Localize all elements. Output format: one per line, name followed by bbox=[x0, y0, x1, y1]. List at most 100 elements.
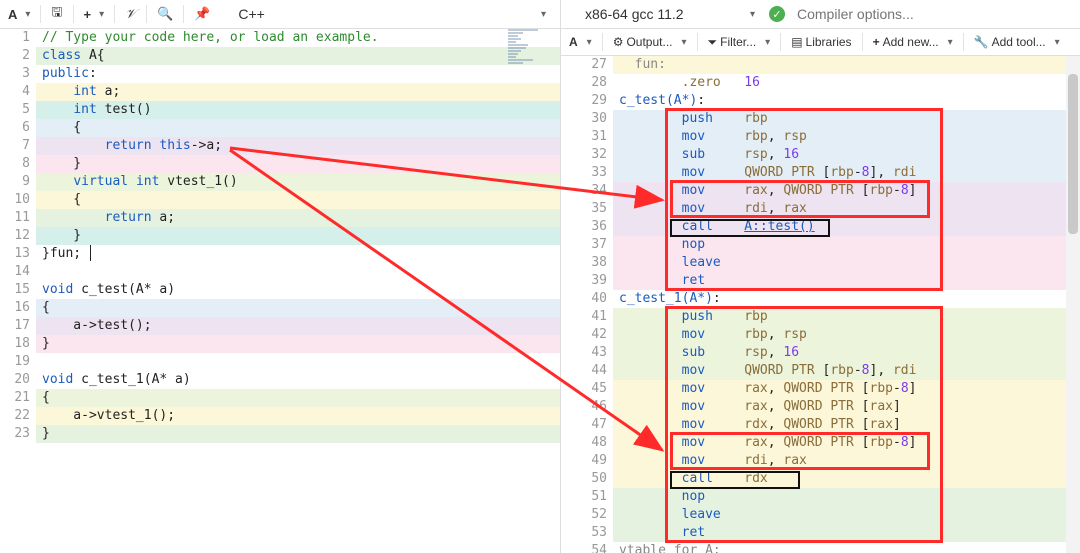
save-icon[interactable]: 🖫 bbox=[47, 1, 66, 27]
code-line[interactable] bbox=[36, 353, 560, 371]
addtool-button[interactable]: 🔧 Add tool...▾ bbox=[970, 33, 1064, 51]
code-line[interactable]: class A{ bbox=[36, 47, 560, 65]
asm-line[interactable]: mov QWORD PTR [rbp-8], rdi bbox=[613, 164, 1080, 182]
asm-line[interactable]: mov rax, QWORD PTR [rbp-8] bbox=[613, 182, 1080, 200]
code-line[interactable]: a->test(); bbox=[36, 317, 560, 335]
line-number: 48 bbox=[561, 434, 607, 452]
line-number: 45 bbox=[561, 380, 607, 398]
asm-line[interactable]: mov rax, QWORD PTR [rax] bbox=[613, 398, 1080, 416]
asm-line[interactable]: nop bbox=[613, 488, 1080, 506]
line-number: 17 bbox=[0, 317, 30, 335]
asm-line[interactable]: nop bbox=[613, 236, 1080, 254]
output-button[interactable]: ⚙ Output...▾ bbox=[609, 33, 691, 51]
editor-code-area[interactable]: 1234567891011121314151617181920212223 //… bbox=[0, 29, 560, 553]
search-icon[interactable]: 🔍 bbox=[153, 4, 177, 24]
line-number: 37 bbox=[561, 236, 607, 254]
asm-line[interactable]: sub rsp, 16 bbox=[613, 344, 1080, 362]
asm-line[interactable]: .zero 16 bbox=[613, 74, 1080, 92]
asm-gutter: 2728293031323334353637383940414243444546… bbox=[561, 56, 613, 553]
code-line[interactable]: } bbox=[36, 227, 560, 245]
code-line[interactable]: void c_test(A* a) bbox=[36, 281, 560, 299]
code-line[interactable]: public: bbox=[36, 65, 560, 83]
compiler-options-input[interactable] bbox=[789, 5, 1076, 23]
code-line[interactable]: { bbox=[36, 191, 560, 209]
line-number: 30 bbox=[561, 110, 607, 128]
add-button[interactable]: +▾ bbox=[80, 5, 109, 24]
asm-line[interactable]: fun: bbox=[613, 56, 1080, 74]
code-line[interactable]: return a; bbox=[36, 209, 560, 227]
code-line[interactable] bbox=[36, 263, 560, 281]
line-number: 54 bbox=[561, 542, 607, 553]
asm-line[interactable]: push rbp bbox=[613, 110, 1080, 128]
asm-line[interactable]: c_test(A*): bbox=[613, 92, 1080, 110]
line-number: 28 bbox=[561, 74, 607, 92]
code-line[interactable]: void c_test_1(A* a) bbox=[36, 371, 560, 389]
asm-line[interactable]: mov rax, QWORD PTR [rbp-8] bbox=[613, 434, 1080, 452]
status-ok-icon: ✓ bbox=[769, 6, 785, 22]
pin-icon[interactable]: 📌 bbox=[190, 4, 214, 24]
libraries-button[interactable]: ▤ Libraries bbox=[787, 33, 855, 51]
asm-line[interactable]: call rdx bbox=[613, 470, 1080, 488]
asm-line[interactable]: ret bbox=[613, 272, 1080, 290]
asm-line[interactable]: mov rdi, rax bbox=[613, 200, 1080, 218]
asm-line[interactable]: mov rbp, rsp bbox=[613, 326, 1080, 344]
line-number: 38 bbox=[561, 254, 607, 272]
code-line[interactable]: } bbox=[36, 335, 560, 353]
code-line[interactable]: } bbox=[36, 425, 560, 443]
code-line[interactable]: } bbox=[36, 155, 560, 173]
line-number: 21 bbox=[0, 389, 30, 407]
scrollbar-thumb[interactable] bbox=[1068, 74, 1078, 234]
line-number: 6 bbox=[0, 119, 30, 137]
asm-lines[interactable]: fun: .zero 16c_test(A*): push rbp mov rb… bbox=[613, 56, 1080, 553]
line-number: 27 bbox=[561, 56, 607, 74]
font-button[interactable]: A▾ bbox=[565, 33, 596, 51]
asm-line[interactable]: call A::test() bbox=[613, 218, 1080, 236]
font-button[interactable]: A▾ bbox=[4, 5, 34, 24]
code-line[interactable]: a->vtest_1(); bbox=[36, 407, 560, 425]
editor-lines[interactable]: // Type your code here, or load an examp… bbox=[36, 29, 560, 553]
code-line[interactable]: int a; bbox=[36, 83, 560, 101]
compiler-pane: x86-64 gcc 11.2 ▾ ✓ A▾ ⚙ Output...▾ ⏷ Fi… bbox=[561, 0, 1080, 553]
code-line[interactable]: }fun; bbox=[36, 245, 560, 263]
asm-line[interactable]: mov rax, QWORD PTR [rbp-8] bbox=[613, 380, 1080, 398]
code-line[interactable]: { bbox=[36, 389, 560, 407]
line-number: 15 bbox=[0, 281, 30, 299]
line-number: 40 bbox=[561, 290, 607, 308]
line-number: 20 bbox=[0, 371, 30, 389]
editor-toolbar: A▾ 🖫 +▾ 𝒱 🔍 📌 C++ ▾ bbox=[0, 0, 560, 29]
asm-code-area[interactable]: 2728293031323334353637383940414243444546… bbox=[561, 56, 1080, 553]
chevron-down-icon: ▾ bbox=[541, 9, 546, 20]
vim-icon[interactable]: 𝒱 bbox=[121, 4, 140, 24]
asm-line[interactable]: c_test_1(A*): bbox=[613, 290, 1080, 308]
asm-line[interactable]: mov rdi, rax bbox=[613, 452, 1080, 470]
line-number: 43 bbox=[561, 344, 607, 362]
code-line[interactable]: virtual int vtest_1() bbox=[36, 173, 560, 191]
asm-line[interactable]: leave bbox=[613, 254, 1080, 272]
addnew-button[interactable]: + Add new...▾ bbox=[869, 33, 957, 51]
minimap[interactable] bbox=[508, 29, 558, 209]
wrench-icon: 🔧 bbox=[974, 35, 989, 49]
language-select[interactable]: C++ ▾ bbox=[218, 0, 556, 28]
asm-line[interactable]: vtable for A: bbox=[613, 542, 1080, 553]
asm-line[interactable]: mov QWORD PTR [rbp-8], rdi bbox=[613, 362, 1080, 380]
asm-line[interactable]: mov rbp, rsp bbox=[613, 128, 1080, 146]
vertical-scrollbar[interactable] bbox=[1066, 56, 1080, 553]
code-line[interactable]: // Type your code here, or load an examp… bbox=[36, 29, 560, 47]
line-number: 11 bbox=[0, 209, 30, 227]
asm-line[interactable]: sub rsp, 16 bbox=[613, 146, 1080, 164]
asm-line[interactable]: push rbp bbox=[613, 308, 1080, 326]
compiler-select[interactable]: x86-64 gcc 11.2 ▾ bbox=[565, 0, 765, 28]
code-line[interactable]: int test() bbox=[36, 101, 560, 119]
editor-gutter: 1234567891011121314151617181920212223 bbox=[0, 29, 36, 553]
filter-button[interactable]: ⏷ Filter...▾ bbox=[704, 33, 775, 52]
asm-line[interactable]: leave bbox=[613, 506, 1080, 524]
asm-line[interactable]: ret bbox=[613, 524, 1080, 542]
asm-line[interactable]: mov rdx, QWORD PTR [rax] bbox=[613, 416, 1080, 434]
text-cursor bbox=[90, 245, 91, 261]
code-line[interactable]: return this->a; bbox=[36, 137, 560, 155]
line-number: 12 bbox=[0, 227, 30, 245]
code-line[interactable]: { bbox=[36, 299, 560, 317]
line-number: 2 bbox=[0, 47, 30, 65]
code-line[interactable]: { bbox=[36, 119, 560, 137]
line-number: 19 bbox=[0, 353, 30, 371]
